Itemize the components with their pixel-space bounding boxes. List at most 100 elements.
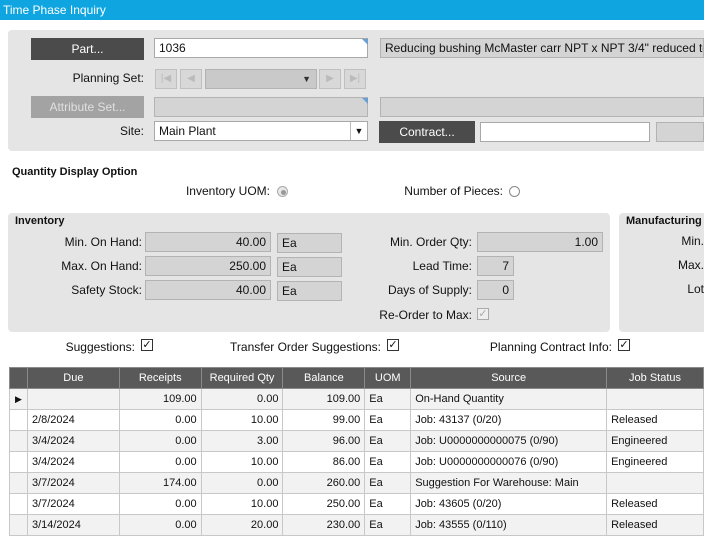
cell-due[interactable] (26, 388, 120, 410)
cell-balance[interactable]: 109.00 (282, 388, 366, 410)
planning-set-select[interactable]: ▼ (205, 69, 317, 89)
cell-source[interactable]: Job: U0000000000075 (0/90) (410, 430, 608, 452)
cell-balance[interactable]: 96.00 (282, 430, 366, 452)
cell-uom[interactable]: Ea (364, 514, 412, 536)
cell-job-status[interactable] (606, 388, 704, 410)
cell-source[interactable]: On-Hand Quantity (410, 388, 608, 410)
cell-uom[interactable]: Ea (364, 409, 412, 431)
reorder-to-max-label: Re-Order to Max: (379, 308, 472, 322)
column-header-due[interactable]: Due (26, 367, 120, 389)
last-record-icon[interactable]: ▶| (344, 69, 366, 89)
chevron-down-icon[interactable]: ▼ (350, 122, 367, 140)
part-input[interactable]: 1036 (154, 38, 368, 58)
column-header-receipts[interactable]: Receipts (118, 367, 202, 389)
column-header-required-qty[interactable]: Required Qty (200, 367, 284, 389)
reorder-to-max-checkbox[interactable]: ✓ (477, 308, 489, 320)
table-row[interactable]: ▶ 109.00 0.00 109.00 Ea On-Hand Quantity (9, 388, 704, 410)
cell-uom[interactable]: Ea (364, 451, 412, 473)
table-row[interactable]: 3/7/2024 0.00 10.00 250.00 Ea Job: 43605… (9, 493, 704, 515)
cell-job-status[interactable]: Released (606, 493, 704, 515)
cell-source[interactable]: Job: 43137 (0/20) (410, 409, 608, 431)
safety-stock-label: Safety Stock: (71, 283, 142, 297)
cell-due[interactable]: 3/4/2024 (26, 430, 120, 452)
cell-receipts[interactable]: 109.00 (118, 388, 202, 410)
inventory-uom-radio[interactable] (277, 186, 288, 197)
cell-receipts[interactable]: 0.00 (118, 493, 202, 515)
cell-uom[interactable]: Ea (364, 493, 412, 515)
cell-source[interactable]: Job: 43555 (0/110) (410, 514, 608, 536)
contract-input[interactable] (480, 122, 650, 142)
cell-required-qty[interactable]: 0.00 (200, 472, 284, 494)
column-header-source[interactable]: Source (410, 367, 608, 389)
cell-receipts[interactable]: 0.00 (118, 451, 202, 473)
attribute-set-button[interactable]: Attribute Set... (31, 96, 144, 118)
planning-contract-info-checkbox[interactable]: ✓ (618, 339, 630, 351)
next-record-icon[interactable]: ▶ (319, 69, 341, 89)
cell-receipts[interactable]: 0.00 (118, 409, 202, 431)
table-row[interactable]: 3/7/2024 174.00 0.00 260.00 Ea Suggestio… (9, 472, 704, 494)
cell-due[interactable]: 2/8/2024 (26, 409, 120, 431)
suggestions-checkbox[interactable]: ✓ (141, 339, 153, 351)
cell-uom[interactable]: Ea (364, 472, 412, 494)
inventory-title: Inventory (15, 215, 65, 227)
cell-source[interactable]: Job: U0000000000076 (0/90) (410, 451, 608, 473)
first-record-icon[interactable]: |◀ (155, 69, 177, 89)
previous-record-icon[interactable]: ◀ (180, 69, 202, 89)
transfer-order-suggestions-checkbox[interactable]: ✓ (387, 339, 399, 351)
row-selector[interactable] (9, 409, 28, 431)
cell-required-qty[interactable]: 20.00 (200, 514, 284, 536)
cell-balance[interactable]: 99.00 (282, 409, 366, 431)
cell-balance[interactable]: 230.00 (282, 514, 366, 536)
row-selector-arrow-icon[interactable]: ▶ (9, 388, 28, 410)
cell-balance[interactable]: 260.00 (282, 472, 366, 494)
cell-source[interactable]: Suggestion For Warehouse: Main (410, 472, 608, 494)
cell-balance[interactable]: 250.00 (282, 493, 366, 515)
cell-required-qty[interactable]: 10.00 (200, 409, 284, 431)
cell-due[interactable]: 3/4/2024 (26, 451, 120, 473)
cell-due[interactable]: 3/7/2024 (26, 472, 120, 494)
contract-button[interactable]: Contract... (379, 121, 475, 143)
cell-uom[interactable]: Ea (364, 430, 412, 452)
grid-header-row: Due Receipts Required Qty Balance UOM So… (9, 367, 704, 389)
cell-receipts[interactable]: 0.00 (118, 514, 202, 536)
part-button[interactable]: Part... (31, 38, 144, 60)
cell-source[interactable]: Job: 43605 (0/20) (410, 493, 608, 515)
row-selector[interactable] (9, 430, 28, 452)
cell-job-status[interactable]: Engineered (606, 430, 704, 452)
planning-contract-info-label: Planning Contract Info: (489, 340, 612, 354)
cell-job-status[interactable]: Released (606, 514, 704, 536)
cell-balance[interactable]: 86.00 (282, 451, 366, 473)
row-selector[interactable] (9, 514, 28, 536)
cell-required-qty[interactable]: 3.00 (200, 430, 284, 452)
row-selector[interactable] (9, 472, 28, 494)
attribute-corner-marker (362, 98, 368, 104)
cell-job-status[interactable]: Engineered (606, 451, 704, 473)
row-selector[interactable] (9, 493, 28, 515)
safety-stock-uom: Ea (277, 281, 342, 301)
cell-receipts[interactable]: 0.00 (118, 430, 202, 452)
min-on-hand-label: Min. On Hand: (64, 235, 142, 249)
number-of-pieces-radio[interactable] (509, 186, 520, 197)
cell-uom[interactable]: Ea (364, 388, 412, 410)
column-header-job-status[interactable]: Job Status (606, 367, 704, 389)
cell-due[interactable]: 3/7/2024 (26, 493, 120, 515)
row-selector[interactable] (9, 451, 28, 473)
table-row[interactable]: 3/14/2024 0.00 20.00 230.00 Ea Job: 4355… (9, 514, 704, 536)
cell-job-status[interactable] (606, 472, 704, 494)
cell-required-qty[interactable]: 10.00 (200, 493, 284, 515)
cell-due[interactable]: 3/14/2024 (26, 514, 120, 536)
cell-required-qty[interactable]: 10.00 (200, 451, 284, 473)
table-row[interactable]: 3/4/2024 0.00 10.00 86.00 Ea Job: U00000… (9, 451, 704, 473)
column-header-balance[interactable]: Balance (282, 367, 366, 389)
table-row[interactable]: 2/8/2024 0.00 10.00 99.00 Ea Job: 43137 … (9, 409, 704, 431)
column-header-uom[interactable]: UOM (364, 367, 412, 389)
min-on-hand-uom: Ea (277, 233, 342, 253)
cell-receipts[interactable]: 174.00 (118, 472, 202, 494)
table-row[interactable]: 3/4/2024 0.00 3.00 96.00 Ea Job: U000000… (9, 430, 704, 452)
lead-time-label: Lead Time: (412, 259, 472, 273)
part-input-corner-marker (362, 39, 368, 45)
cell-required-qty[interactable]: 0.00 (200, 388, 284, 410)
lead-time-value: 7 (477, 256, 514, 276)
site-select[interactable]: Main Plant ▼ (154, 121, 368, 141)
cell-job-status[interactable]: Released (606, 409, 704, 431)
